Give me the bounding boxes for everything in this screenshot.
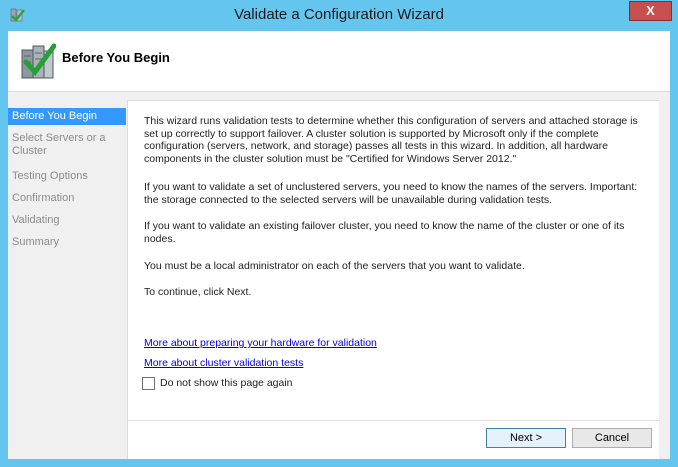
existing-cluster-paragraph: If you want to validate an existing fail… — [144, 220, 625, 245]
close-icon: X — [646, 3, 655, 18]
nav-step-testing-options[interactable]: Testing Options — [8, 170, 126, 183]
wizard-body: Before You Begin Before You Begin Select… — [8, 31, 670, 459]
do-not-show-label[interactable]: Do not show this page again — [160, 377, 293, 389]
continue-paragraph: To continue, click Next. — [144, 286, 252, 298]
footer-divider — [128, 420, 660, 421]
link-cluster-validation-tests[interactable]: More about cluster validation tests — [144, 357, 303, 369]
nav-step-summary[interactable]: Summary — [8, 236, 126, 249]
intro-paragraph: This wizard runs validation tests to det… — [144, 115, 638, 165]
cancel-button[interactable]: Cancel — [572, 428, 652, 448]
content-pane: This wizard runs validation tests to det… — [127, 100, 660, 459]
wizard-window: Validate a Configuration Wizard X Before… — [0, 0, 678, 467]
close-button[interactable]: X — [629, 1, 672, 21]
nav-step-before-you-begin[interactable]: Before You Begin — [8, 108, 126, 125]
nav-step-validating[interactable]: Validating — [8, 214, 126, 227]
window-title: Validate a Configuration Wizard — [234, 6, 444, 23]
page-title: Before You Begin — [62, 50, 170, 65]
link-preparing-hardware[interactable]: More about preparing your hardware for v… — [144, 337, 377, 349]
unclustered-paragraph: If you want to validate a set of unclust… — [144, 181, 638, 206]
nav-step-select-servers[interactable]: Select Servers or a Cluster — [8, 132, 126, 158]
wizard-header: Before You Begin — [8, 31, 670, 92]
title-bar[interactable]: Validate a Configuration Wizard X — [0, 0, 678, 31]
server-check-icon — [20, 42, 57, 82]
next-button[interactable]: Next > — [486, 428, 566, 448]
do-not-show-checkbox[interactable] — [142, 377, 155, 390]
admin-paragraph: You must be a local administrator on eac… — [144, 260, 525, 272]
nav-step-confirmation[interactable]: Confirmation — [8, 192, 126, 205]
